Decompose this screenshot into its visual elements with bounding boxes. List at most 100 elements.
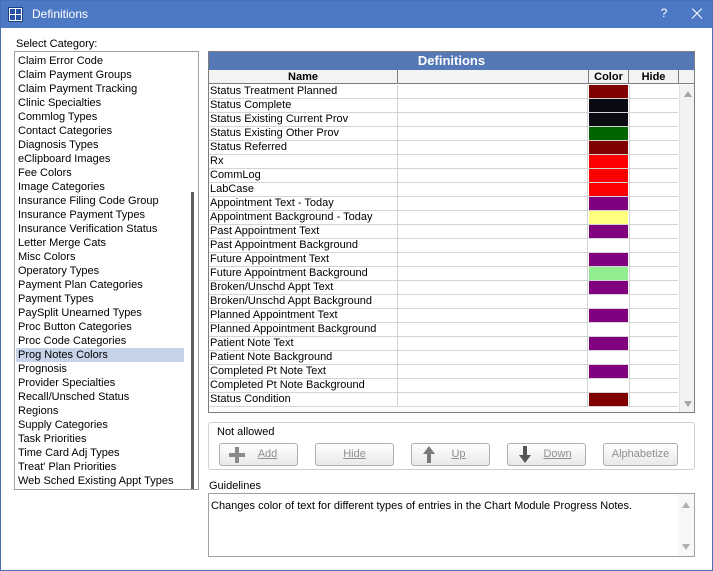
table-row[interactable]: Status Referred <box>209 141 678 155</box>
category-item[interactable]: Claim Payment Tracking <box>16 82 184 96</box>
color-swatch <box>589 267 628 280</box>
category-item[interactable]: Payment Types <box>16 292 184 306</box>
color-swatch <box>589 337 628 350</box>
table-row[interactable]: Status Existing Current Prov <box>209 113 678 127</box>
definition-value <box>398 379 588 393</box>
category-item[interactable]: Insurance Verification Status <box>16 222 184 236</box>
guidelines-text: Changes color of text for different type… <box>211 500 633 512</box>
table-row[interactable]: LabCase <box>209 183 678 197</box>
hide-cell <box>629 351 678 365</box>
actions-group: Not allowed Add Hide Up Down Alphabetize <box>208 422 695 470</box>
table-row[interactable]: Planned Appointment Background <box>209 323 678 337</box>
definition-name: Future Appointment Text <box>209 253 398 267</box>
alphabetize-button[interactable]: Alphabetize <box>603 443 678 466</box>
hide-cell <box>629 309 678 323</box>
grid-scrollbar[interactable] <box>679 85 694 412</box>
table-row[interactable]: Rx <box>209 155 678 169</box>
table-row[interactable]: CommLog <box>209 169 678 183</box>
category-item[interactable]: Operatory Types <box>16 264 184 278</box>
category-item[interactable]: Insurance Payment Types <box>16 208 184 222</box>
add-button[interactable]: Add <box>219 443 298 466</box>
category-item[interactable]: Prog Notes Colors <box>16 348 184 362</box>
category-item[interactable]: Fee Colors <box>16 166 184 180</box>
category-item[interactable]: Claim Error Code <box>16 54 184 68</box>
hide-cell <box>629 127 678 141</box>
guidelines-scroll-down-icon[interactable] <box>682 544 690 550</box>
category-item[interactable]: Letter Merge Cats <box>16 236 184 250</box>
table-row[interactable]: Status Condition <box>209 393 678 407</box>
table-row[interactable]: Broken/Unschd Appt Background <box>209 295 678 309</box>
category-item[interactable]: Proc Button Categories <box>16 320 184 334</box>
hide-cell <box>629 155 678 169</box>
category-item[interactable]: Treat' Plan Priorities <box>16 460 184 474</box>
plus-icon <box>229 447 245 463</box>
category-item[interactable]: Insurance Filing Code Group <box>16 194 184 208</box>
column-header-hide[interactable]: Hide <box>629 70 679 84</box>
scroll-up-arrow-icon[interactable] <box>684 91 692 97</box>
definition-value <box>398 113 588 127</box>
category-item[interactable]: Diagnosis Types <box>16 138 184 152</box>
category-item[interactable]: Time Card Adj Types <box>16 446 184 460</box>
category-item[interactable]: eClipboard Images <box>16 152 184 166</box>
category-item[interactable]: Recall/Unsched Status <box>16 390 184 404</box>
hide-cell <box>629 393 678 407</box>
table-row[interactable]: Completed Pt Note Text <box>209 365 678 379</box>
definition-value <box>398 85 588 99</box>
category-list[interactable]: Claim Error Code Claim Payment Groups Clai… <box>14 51 199 490</box>
table-row[interactable]: Broken/Unschd Appt Text <box>209 281 678 295</box>
guidelines-scroll-up-icon[interactable] <box>682 502 690 508</box>
up-button[interactable]: Up <box>411 443 490 466</box>
table-row[interactable]: Future Appointment Text <box>209 253 678 267</box>
definition-value <box>398 127 588 141</box>
category-item[interactable]: Contact Categories <box>16 124 184 138</box>
table-row[interactable]: Completed Pt Note Background <box>209 379 678 393</box>
category-item[interactable]: Clinic Specialties <box>16 96 184 110</box>
definition-name: Planned Appointment Background <box>209 323 398 337</box>
hide-cell <box>629 365 678 379</box>
category-item[interactable]: Image Categories <box>16 180 184 194</box>
guidelines-textbox[interactable]: Changes color of text for different type… <box>208 493 695 557</box>
category-item[interactable]: Task Priorities <box>16 432 184 446</box>
table-row[interactable]: Patient Note Text <box>209 337 678 351</box>
down-button[interactable]: Down <box>507 443 586 466</box>
category-item[interactable]: Proc Code Categories <box>16 334 184 348</box>
table-row[interactable]: Planned Appointment Text <box>209 309 678 323</box>
category-item[interactable]: Web Sched Existing Appt Types <box>16 474 184 488</box>
definition-value <box>398 155 588 169</box>
category-item[interactable]: Commlog Types <box>16 110 184 124</box>
category-item[interactable]: Claim Payment Groups <box>16 68 184 82</box>
up-arrow-icon <box>423 446 435 463</box>
table-row[interactable]: Status Existing Other Prov <box>209 127 678 141</box>
table-row[interactable]: Past Appointment Text <box>209 225 678 239</box>
column-header-color[interactable]: Color <box>589 70 629 84</box>
help-button[interactable]: ? <box>656 6 672 22</box>
table-row[interactable]: Patient Note Background <box>209 351 678 365</box>
category-item[interactable]: PaySplit Unearned Types <box>16 306 184 320</box>
table-row[interactable]: Status Treatment Planned <box>209 85 678 99</box>
table-row[interactable]: Status Complete <box>209 99 678 113</box>
table-row[interactable]: Past Appointment Background <box>209 239 678 253</box>
hide-cell <box>629 379 678 393</box>
app-grid-icon <box>8 7 23 22</box>
category-item[interactable]: Misc Colors <box>16 250 184 264</box>
grid-title: Definitions <box>209 52 694 70</box>
guidelines-scrollbar[interactable] <box>678 494 694 556</box>
definition-value <box>398 323 588 337</box>
category-item[interactable]: Regions <box>16 404 184 418</box>
color-swatch <box>589 351 628 364</box>
table-row[interactable]: Appointment Text - Today <box>209 197 678 211</box>
definition-name: Status Referred <box>209 141 398 155</box>
category-item[interactable]: Supply Categories <box>16 418 184 432</box>
column-header-name[interactable]: Name <box>209 70 398 84</box>
table-row[interactable]: Appointment Background - Today <box>209 211 678 225</box>
category-item[interactable]: Payment Plan Categories <box>16 278 184 292</box>
definition-name: Rx <box>209 155 398 169</box>
category-item[interactable]: Provider Specialties <box>16 376 184 390</box>
category-item[interactable]: Prognosis <box>16 362 184 376</box>
close-icon[interactable] <box>687 4 707 24</box>
category-list-scrollbar[interactable] <box>191 192 194 489</box>
hide-button[interactable]: Hide <box>315 443 394 466</box>
scroll-down-arrow-icon[interactable] <box>684 401 692 407</box>
definition-value <box>398 197 588 211</box>
table-row[interactable]: Future Appointment Background <box>209 267 678 281</box>
